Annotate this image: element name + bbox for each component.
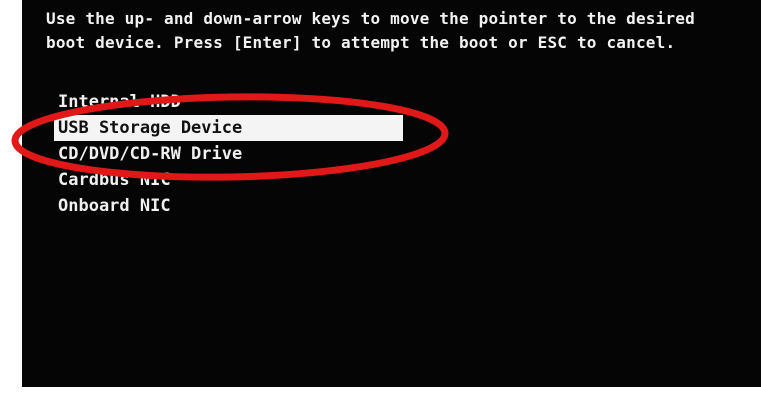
- boot-option-usb-storage-device[interactable]: USB Storage Device: [54, 115, 403, 141]
- boot-option-onboard-nic[interactable]: Onboard NIC: [54, 193, 414, 219]
- instruction-line-1: Use the up- and down-arrow keys to move …: [46, 9, 695, 28]
- boot-option-cardbus-nic[interactable]: Cardbus NIC: [54, 167, 414, 193]
- instruction-line-2: boot device. Press [Enter] to attempt th…: [46, 33, 676, 52]
- boot-device-list: Internal HDD USB Storage Device CD/DVD/C…: [54, 89, 414, 219]
- boot-option-cd-dvd-cd-rw-drive[interactable]: CD/DVD/CD-RW Drive: [54, 141, 414, 167]
- boot-option-internal-hdd[interactable]: Internal HDD: [54, 89, 414, 115]
- boot-menu-screen: Use the up- and down-arrow keys to move …: [22, 0, 761, 387]
